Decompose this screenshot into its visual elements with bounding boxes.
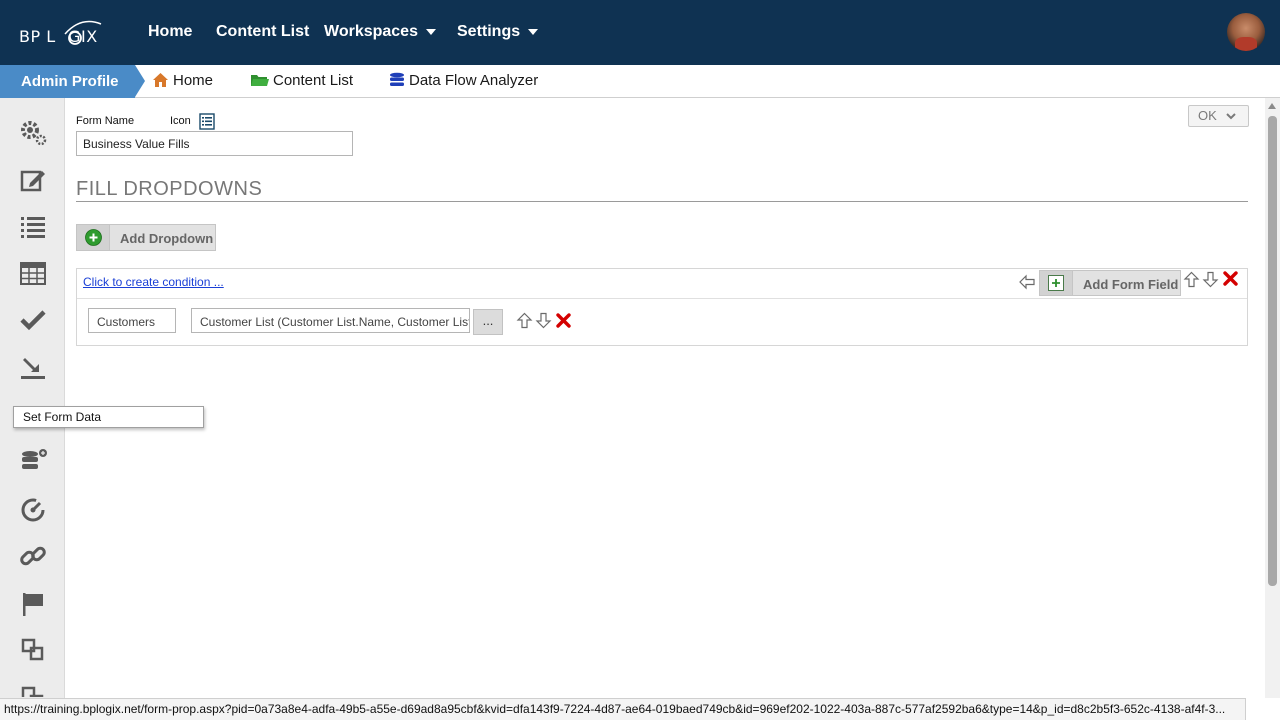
sidebar-tooltip: Set Form Data — [13, 406, 204, 428]
stack-icon-partial[interactable] — [18, 683, 48, 697]
arrow-left-icon[interactable] — [1018, 274, 1036, 290]
nav-home[interactable]: Home — [148, 23, 192, 41]
section-title: FILL DROPDOWNS — [76, 178, 263, 200]
list-icon[interactable] — [18, 211, 48, 241]
edit-icon[interactable] — [18, 166, 48, 196]
table-icon[interactable] — [18, 258, 48, 288]
chevron-down-icon — [1226, 113, 1236, 120]
nav-settings[interactable]: Settings — [457, 23, 539, 41]
move-down-icon[interactable] — [1202, 271, 1219, 288]
dropdown-field-input[interactable]: Customers — [88, 308, 176, 333]
delete-icon[interactable] — [1223, 271, 1238, 286]
ok-label: OK — [1198, 108, 1217, 123]
row-move-up-icon[interactable] — [516, 312, 533, 329]
ok-button[interactable]: OK — [1188, 105, 1249, 127]
nav-workspaces[interactable]: Workspaces — [324, 23, 436, 41]
add-form-field-button[interactable]: Add Form Field — [1039, 270, 1181, 296]
status-bar-url: https://training.bplogix.net/form-prop.a… — [0, 698, 1246, 720]
section-divider — [76, 201, 1248, 202]
add-dropdown-label: Add Dropdown — [120, 231, 214, 246]
check-icon[interactable] — [18, 305, 48, 335]
scroll-up-arrow-icon[interactable] — [1268, 103, 1276, 109]
chevron-down-icon — [528, 28, 539, 35]
row-delete-icon[interactable] — [556, 313, 571, 328]
top-navigation-bar: BP LOGIX Home Content List Workspaces Se… — [0, 0, 1280, 65]
stack-icon[interactable] — [18, 635, 48, 665]
bplogix-logo[interactable]: BP LOGIX — [19, 20, 109, 46]
link-icon[interactable] — [18, 541, 48, 571]
row-move-down-icon[interactable] — [535, 312, 552, 329]
dropdown-source-input[interactable]: Customer List (Customer List.Name, Custo… — [191, 308, 470, 333]
create-condition-link[interactable]: Click to create condition ... — [83, 275, 224, 289]
folder-icon — [250, 72, 269, 92]
form-icon — [199, 113, 215, 130]
add-box-icon — [1048, 275, 1064, 291]
nav-content-list[interactable]: Content List — [216, 23, 309, 41]
logo-swoosh-icon — [64, 20, 102, 45]
crumb-home[interactable]: Home — [152, 72, 213, 92]
breadcrumb-bar: Admin Profile Home Content List Data Flo… — [0, 65, 1280, 98]
chevron-down-icon — [425, 28, 436, 35]
admin-profile-tab[interactable]: Admin Profile — [0, 65, 145, 98]
move-up-icon[interactable] — [1183, 271, 1200, 288]
scroll-thumb[interactable] — [1268, 116, 1277, 586]
browse-source-button[interactable]: ... — [473, 309, 503, 335]
gauge-icon[interactable] — [18, 495, 48, 525]
crumb-data-flow-analyzer[interactable]: Data Flow Analyzer — [389, 72, 538, 92]
gears-icon[interactable] — [18, 118, 48, 148]
add-circle-icon — [85, 229, 102, 246]
add-form-field-plus-area — [1040, 271, 1073, 295]
home-icon — [152, 72, 169, 92]
vertical-scrollbar[interactable] — [1265, 98, 1280, 698]
panel-header: Click to create condition ... Add Form F… — [77, 269, 1247, 299]
user-avatar[interactable] — [1227, 13, 1265, 51]
crumb-content-list[interactable]: Content List — [250, 72, 353, 92]
database-icon — [389, 72, 405, 92]
add-form-field-label: Add Form Field — [1083, 277, 1179, 292]
form-name-label: Form Name — [76, 115, 135, 127]
add-button-plus-area — [77, 225, 110, 250]
fill-dropdown-panel: Click to create condition ... Add Form F… — [76, 268, 1248, 346]
form-name-input[interactable]: Business Value Fills — [76, 131, 353, 156]
set-form-data-icon[interactable] — [18, 353, 48, 383]
database-add-icon[interactable] — [18, 446, 48, 476]
add-dropdown-button[interactable]: Add Dropdown — [76, 224, 216, 251]
flag-icon[interactable] — [18, 589, 48, 619]
icon-label: Icon — [170, 115, 191, 127]
